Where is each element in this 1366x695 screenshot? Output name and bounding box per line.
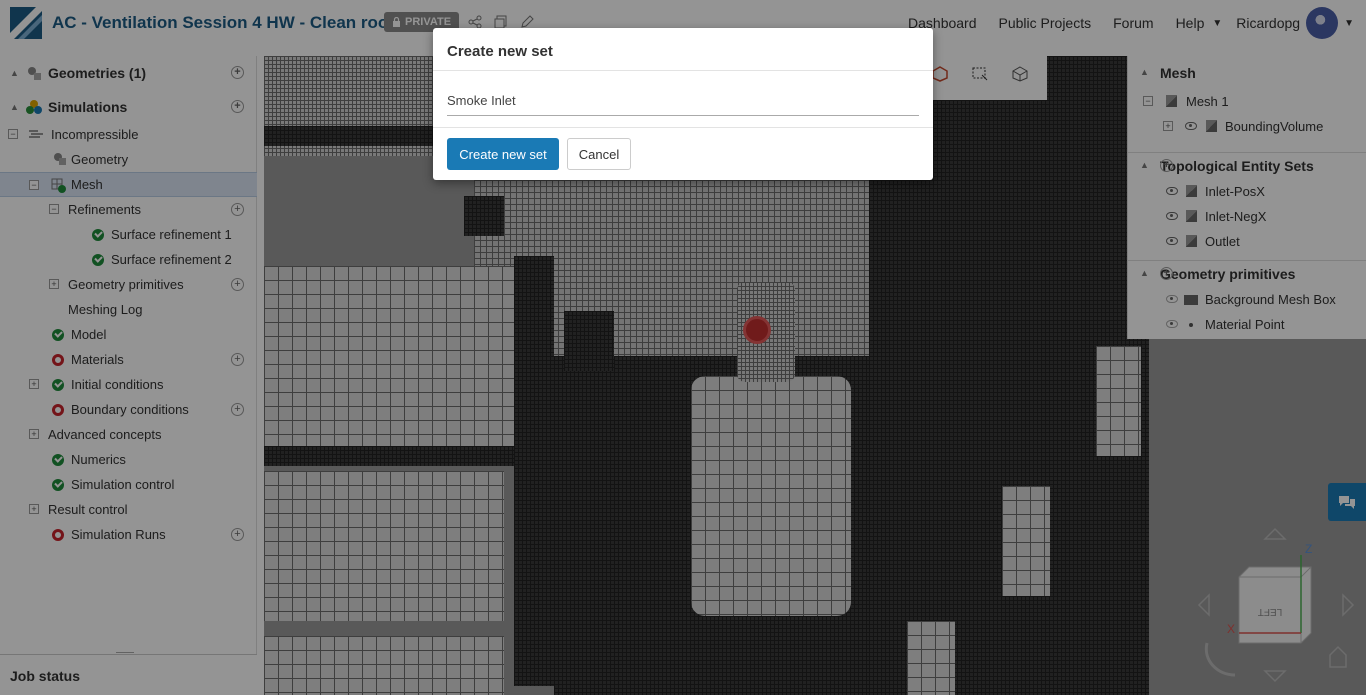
cancel-button[interactable]: Cancel (567, 138, 631, 170)
create-set-button[interactable]: Create new set (447, 138, 559, 170)
dialog-title: Create new set (447, 43, 553, 60)
divider (433, 127, 933, 128)
create-set-dialog: Create new set Create new set Cancel (433, 28, 933, 180)
divider (433, 70, 933, 71)
set-name-input[interactable] (447, 86, 919, 116)
